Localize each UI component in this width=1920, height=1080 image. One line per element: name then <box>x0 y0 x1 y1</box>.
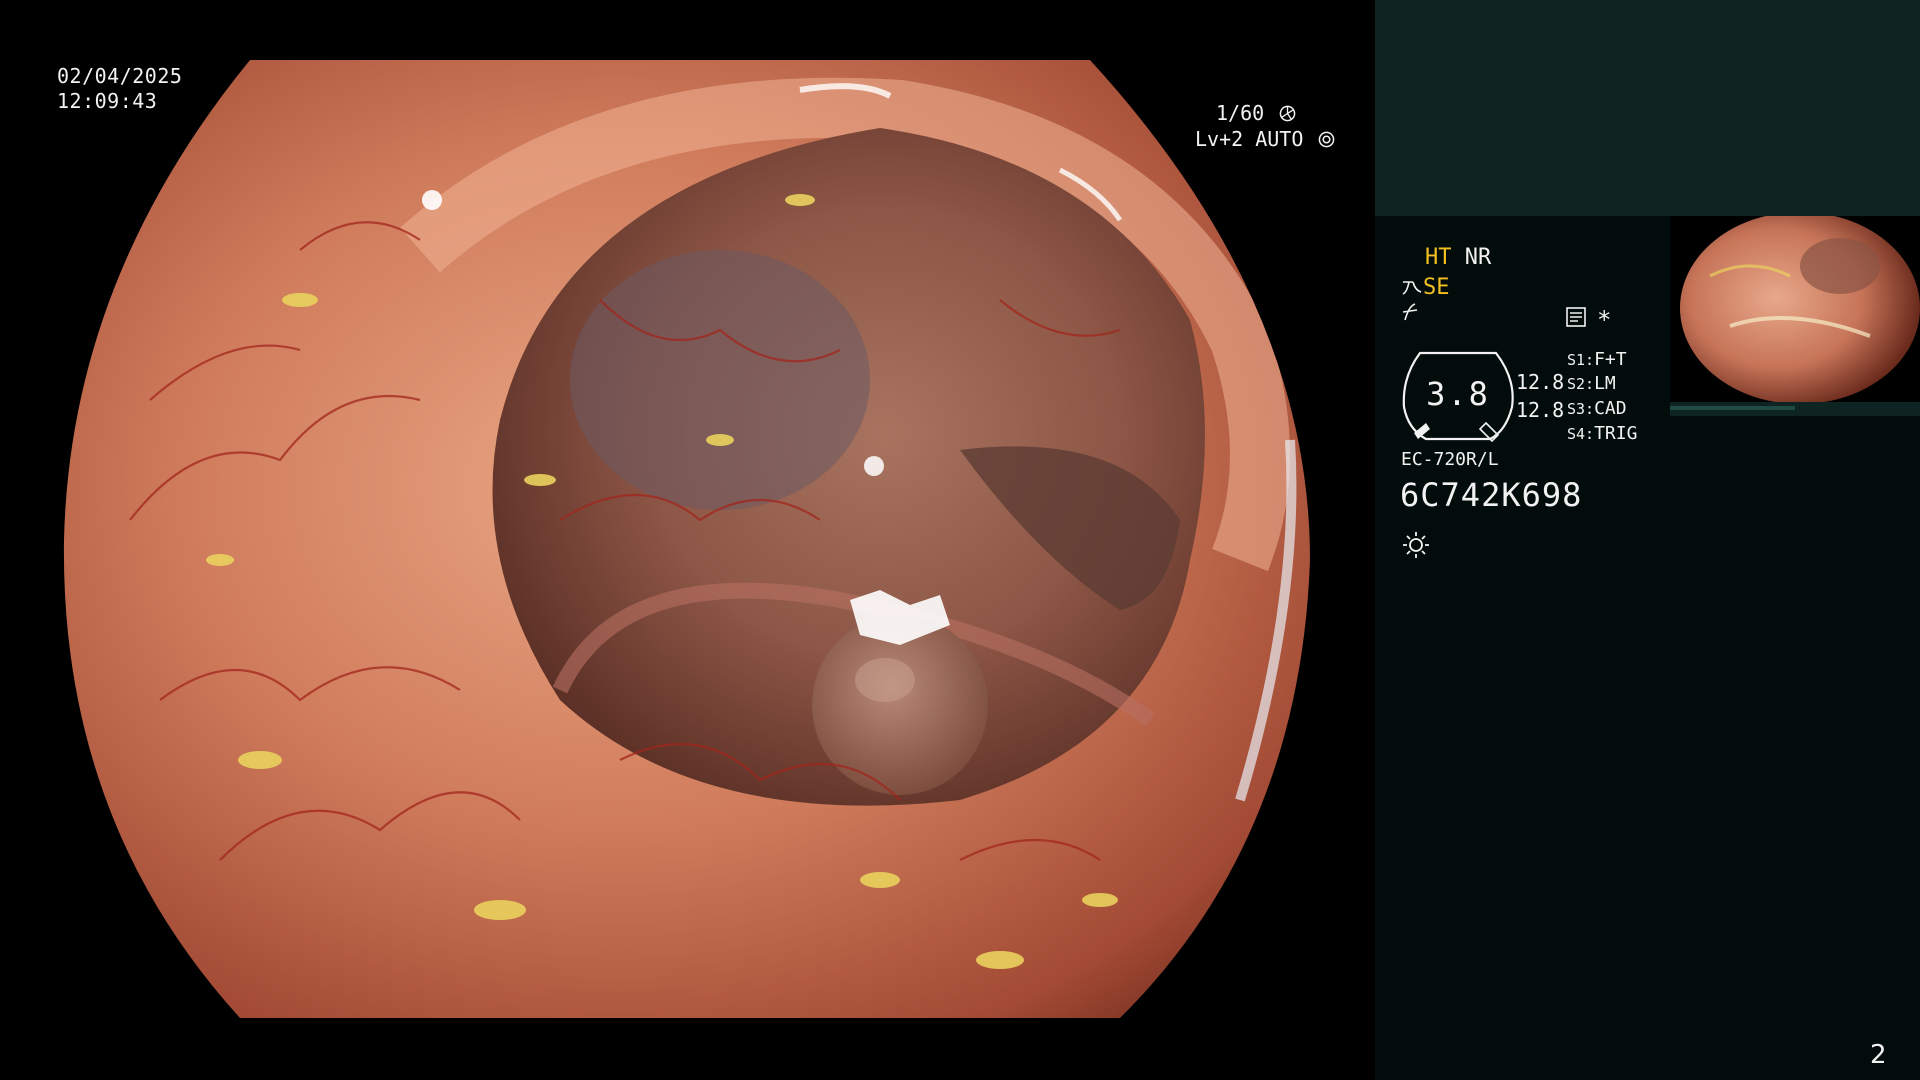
mode-nr: NR <box>1464 245 1492 270</box>
switch-1: S1:F+T <box>1567 349 1627 370</box>
switch-3-label: CAD <box>1594 398 1627 419</box>
level-value: Lv+2 AUTO <box>1195 127 1304 151</box>
mode-row: HT NR <box>1425 244 1491 272</box>
enhance-icon <box>1402 281 1422 295</box>
page-number: 2 <box>1870 1040 1887 1070</box>
switch-3-key: S3: <box>1567 400 1595 418</box>
star-marker: * <box>1597 306 1612 334</box>
switch-1-label: F+T <box>1594 349 1627 370</box>
se-row: SE <box>1401 274 1450 302</box>
switch-4: S4:TRIG <box>1567 423 1637 444</box>
shutter-value: 1/60 <box>1216 101 1265 125</box>
thumbnail-status-bar <box>1670 402 1920 416</box>
thumbnail-image <box>1680 216 1920 402</box>
switch-2-label: LM <box>1594 373 1616 394</box>
switch-3: S3:CAD <box>1567 398 1627 419</box>
exam-datetime: 02/04/2025 12:09:43 <box>57 64 182 114</box>
memo-icon <box>1566 307 1586 327</box>
freeze-row <box>1401 302 1423 330</box>
exam-date: 02/04/2025 <box>57 64 183 88</box>
light-source-icon <box>1403 532 1429 558</box>
info-panel-header <box>1375 0 1920 216</box>
mode-se: SE <box>1423 275 1450 300</box>
exam-time: 12:09:43 <box>57 89 158 113</box>
gauge-value: 3.8 <box>1426 375 1490 413</box>
info-panel: HT NR SE * 3.8 12.8 12.8 S1:F+T S2:LM S3… <box>1375 0 1920 1080</box>
scope-serial: 6C742K698 <box>1400 476 1583 514</box>
colon-lumen-image <box>63 60 1310 1018</box>
switch-1-key: S1: <box>1567 351 1595 369</box>
switch-4-key: S4: <box>1567 425 1595 443</box>
thumbnail-progress-segment <box>1670 406 1795 410</box>
freeze-icon <box>1402 303 1418 321</box>
auto-iris-icon <box>1319 131 1335 148</box>
brightness-level: Lv+2 AUTO <box>1195 127 1335 151</box>
shutter-speed: 1/60 <box>1216 101 1296 125</box>
shutter-icon <box>1279 105 1296 122</box>
switch-4-label: TRIG <box>1594 423 1638 444</box>
switch-2-key: S2: <box>1567 375 1595 393</box>
readout-value-1: 12.8 <box>1516 370 1565 394</box>
scope-model: EC-720R/L <box>1401 449 1499 470</box>
endoscope-view <box>0 0 1373 1080</box>
switch-2: S2:LM <box>1567 373 1616 394</box>
readout-value-2: 12.8 <box>1516 398 1565 422</box>
mode-ht: HT <box>1425 245 1452 270</box>
previous-capture-thumbnail[interactable] <box>1670 216 1920 402</box>
